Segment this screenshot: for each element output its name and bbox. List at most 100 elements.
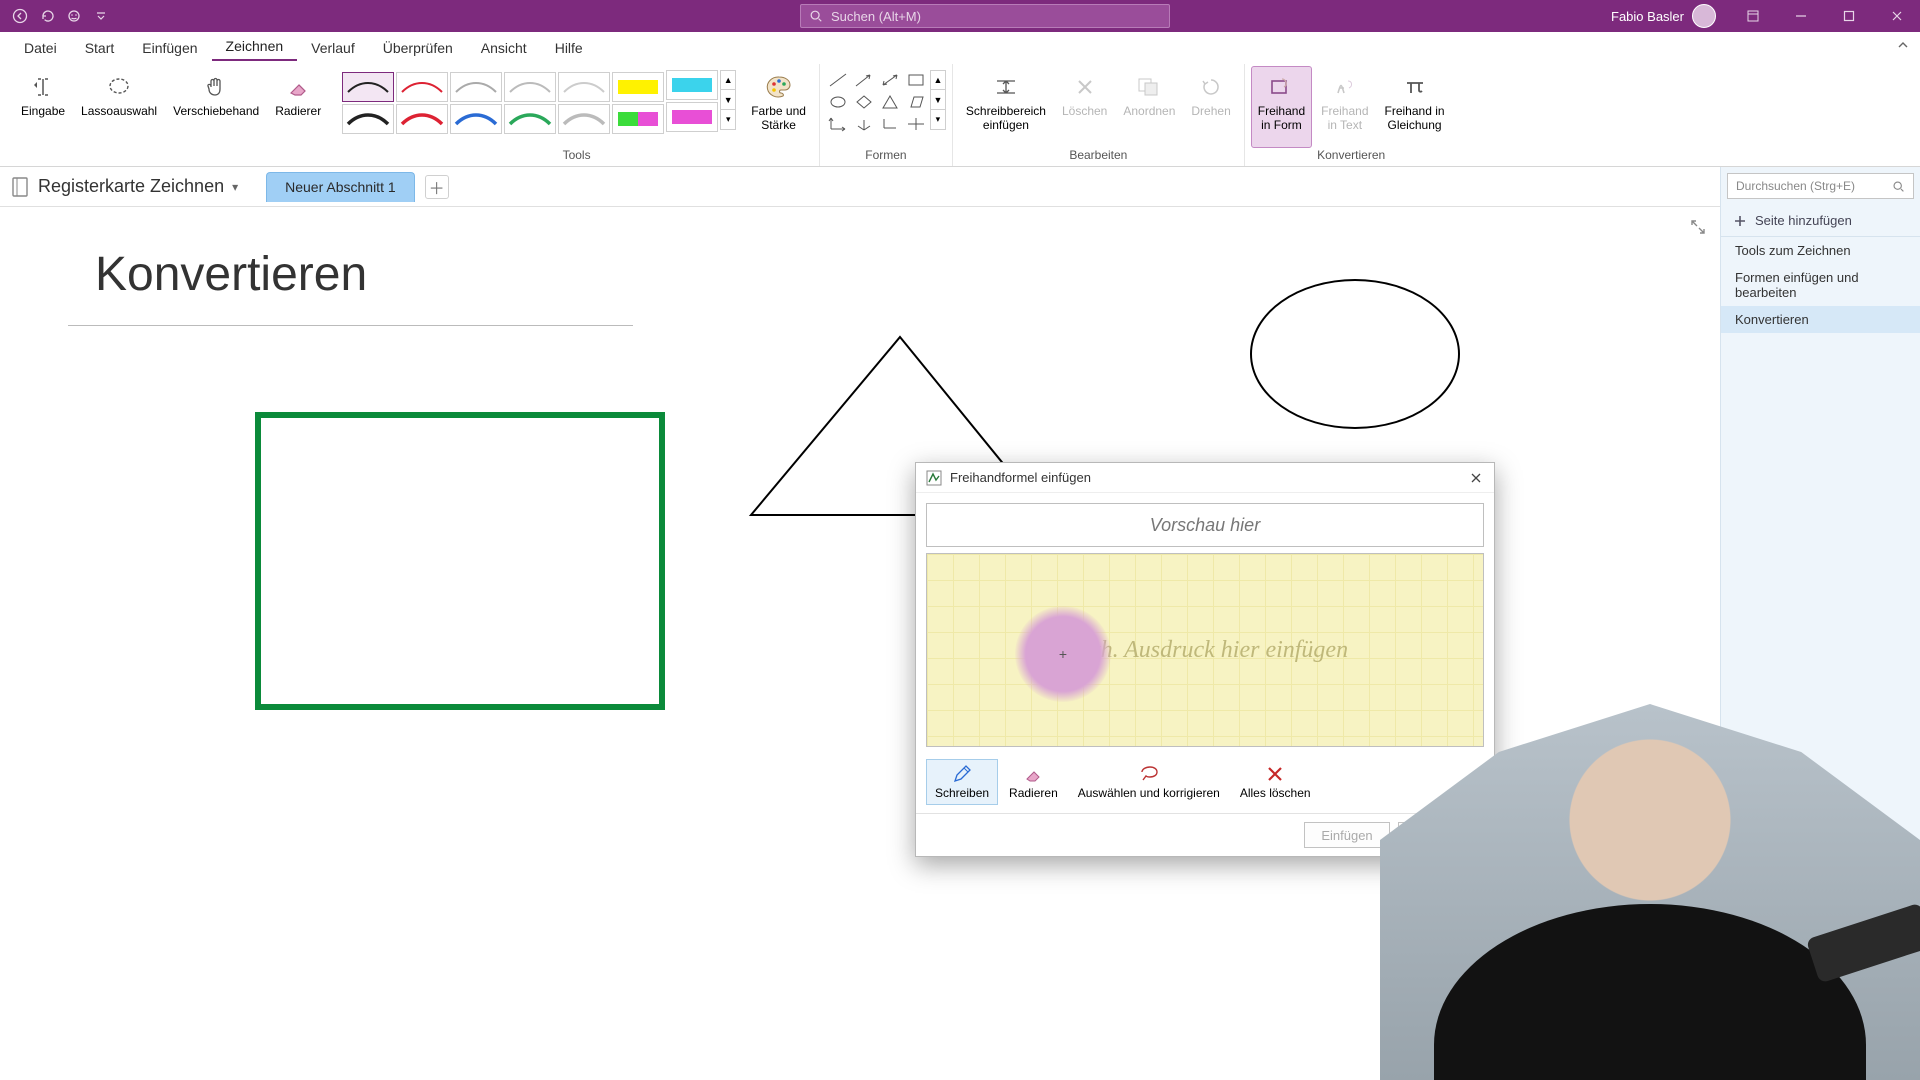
highlighter-green[interactable] [612, 104, 664, 134]
group-label-konvertieren: Konvertieren [1317, 148, 1385, 164]
delete-button: Löschen [1055, 66, 1114, 148]
ink-input-area[interactable]: Math. Ausdruck hier einfügen [926, 553, 1484, 747]
shape-arrow[interactable] [852, 70, 876, 90]
tool-clear-all[interactable]: Alles löschen [1231, 759, 1320, 805]
touch-mode-button[interactable] [62, 4, 86, 28]
pen-black-thin[interactable] [342, 72, 394, 102]
ink-to-math-button[interactable]: Freihand in Gleichung [1378, 66, 1452, 148]
gallery-down-button[interactable]: ▼ [720, 90, 736, 110]
ribbon-body: Eingabe Lassoauswahl Verschiebehand Radi… [0, 62, 1920, 167]
rotate-button: Drehen [1184, 66, 1237, 148]
shape-line[interactable] [826, 70, 850, 90]
pen-gray-thick[interactable] [558, 104, 610, 134]
page-title[interactable]: Konvertieren [95, 247, 367, 302]
tab-ueberpruefen[interactable]: Überprüfen [369, 34, 467, 61]
global-search[interactable]: Suchen (Alt+M) [800, 4, 1170, 28]
pen-red-thin[interactable] [396, 72, 448, 102]
tab-start[interactable]: Start [71, 34, 129, 61]
highlighter-yellow[interactable] [612, 72, 664, 102]
pen-blue-thick[interactable] [450, 104, 502, 134]
color-thickness-button[interactable]: Farbe und Stärke [744, 66, 813, 148]
pan-button[interactable]: Verschiebehand [166, 66, 266, 148]
avatar [1692, 4, 1716, 28]
search-icon [1892, 180, 1905, 193]
maximize-button[interactable] [1826, 0, 1872, 32]
page-item-shapes[interactable]: Formen einfügen und bearbeiten [1721, 264, 1920, 306]
section-tab[interactable]: Neuer Abschnitt 1 [266, 172, 415, 202]
tab-hilfe[interactable]: Hilfe [541, 34, 597, 61]
back-button[interactable] [8, 4, 32, 28]
eraser-button[interactable]: Radierer [268, 66, 328, 148]
shape-rect[interactable] [904, 70, 928, 90]
shape-parallelogram[interactable] [904, 92, 928, 112]
collapse-ribbon-button[interactable] [1896, 38, 1910, 52]
qat-customize-button[interactable] [89, 4, 113, 28]
shape-double-arrow[interactable] [878, 70, 902, 90]
tool-write[interactable]: Schreiben [926, 759, 998, 805]
palette-icon [765, 71, 793, 103]
ink-to-text-button: Freihand in Text [1314, 66, 1375, 148]
pen-gray2-thin[interactable] [504, 72, 556, 102]
rotate-icon [1199, 71, 1223, 103]
tool-erase[interactable]: Radieren [1000, 759, 1067, 805]
eraser-icon [285, 71, 311, 103]
canvas-ellipse-shape[interactable] [1250, 279, 1460, 429]
pen-icon [952, 764, 972, 784]
search-icon [809, 9, 823, 23]
gallery-up-button[interactable]: ▲ [720, 70, 736, 90]
ink-to-shape-button[interactable]: Freihand in Form [1251, 66, 1312, 148]
tab-einfuegen[interactable]: Einfügen [128, 34, 211, 61]
page-search[interactable]: Durchsuchen (Strg+E) [1727, 173, 1914, 199]
shape-triangle[interactable] [878, 92, 902, 112]
hand-icon [204, 71, 228, 103]
tab-ansicht[interactable]: Ansicht [467, 34, 541, 61]
add-page-button[interactable]: Seite hinzufügen [1721, 205, 1920, 237]
pen-black-thick[interactable] [342, 104, 394, 134]
fullscreen-toggle[interactable] [1690, 219, 1706, 235]
clear-icon [1265, 764, 1285, 784]
close-button[interactable] [1874, 0, 1920, 32]
tab-zeichnen[interactable]: Zeichnen [212, 32, 298, 61]
title-bar: Konvertieren - OneNote Suchen (Alt+M) Fa… [0, 0, 1920, 32]
add-section-button[interactable]: ＋ [425, 175, 449, 199]
tool-select-correct[interactable]: Auswählen und korrigieren [1069, 759, 1229, 805]
highlighter-magenta[interactable] [666, 102, 718, 132]
account-button[interactable]: Fabio Basler [1599, 4, 1728, 28]
ink-to-shape-icon [1268, 71, 1294, 103]
tab-datei[interactable]: Datei [10, 34, 71, 61]
notebook-title: Registerkarte Zeichnen [38, 176, 224, 197]
shape-axes-xy[interactable] [826, 114, 850, 134]
page-item-convert[interactable]: Konvertieren [1721, 306, 1920, 333]
user-name: Fabio Basler [1611, 9, 1684, 24]
pen-red-thick[interactable] [396, 104, 448, 134]
shape-gallery-more[interactable]: ▾ [930, 110, 946, 130]
tab-verlauf[interactable]: Verlauf [297, 34, 369, 61]
title-underline [68, 325, 633, 326]
highlighter-cyan[interactable] [666, 70, 718, 100]
pen-green-thick[interactable] [504, 104, 556, 134]
shape-ellipse[interactable] [826, 92, 850, 112]
ink-to-text-icon [1332, 71, 1358, 103]
ribbon-display-button[interactable] [1730, 0, 1776, 32]
shape-diamond[interactable] [852, 92, 876, 112]
dialog-insert-button: Einfügen [1304, 822, 1390, 848]
shape-gallery-down[interactable]: ▼ [930, 90, 946, 110]
shape-axes-3d[interactable] [852, 114, 876, 134]
notebook-dropdown[interactable]: Registerkarte Zeichnen ▾ [10, 176, 252, 198]
insert-writing-area-button[interactable]: Schreibbereich einfügen [959, 66, 1053, 148]
gallery-more-button[interactable]: ▾ [720, 110, 736, 130]
shape-gallery-up[interactable]: ▲ [930, 70, 946, 90]
pen-gray-thin[interactable] [450, 72, 502, 102]
insert-space-icon [993, 71, 1019, 103]
canvas-rectangle-shape[interactable] [255, 412, 665, 710]
undo-button[interactable] [35, 4, 59, 28]
pen-gray3-thin[interactable] [558, 72, 610, 102]
lasso-button[interactable]: Lassoauswahl [74, 66, 164, 148]
minimize-button[interactable] [1778, 0, 1824, 32]
shape-axes-2d[interactable] [878, 114, 902, 134]
shape-gallery [826, 70, 928, 134]
eingabe-button[interactable]: Eingabe [14, 66, 72, 148]
page-item-tools[interactable]: Tools zum Zeichnen [1721, 237, 1920, 264]
dialog-close-button[interactable] [1462, 465, 1490, 491]
shape-axes-center[interactable] [904, 114, 928, 134]
